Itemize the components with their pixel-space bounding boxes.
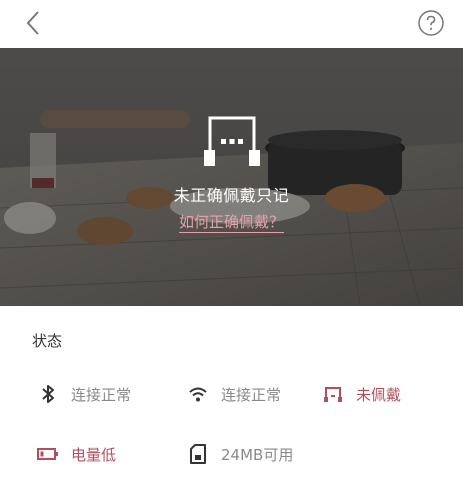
hero-banner: 未正确佩戴只记 如何正确佩戴？ xyxy=(0,48,463,306)
help-button[interactable] xyxy=(418,10,444,36)
wear-status-text: 未佩戴 xyxy=(356,385,402,404)
bluetooth-status-text: 连接正常 xyxy=(71,385,132,404)
battery-low-icon xyxy=(37,443,59,465)
wifi-status: 连接正常 xyxy=(187,382,281,406)
bluetooth-icon xyxy=(37,383,59,405)
storage-status-text: 24MB可用 xyxy=(221,445,294,464)
battery-status: 电量低 xyxy=(37,442,116,466)
status-heading: 状态 xyxy=(32,332,63,350)
back-button[interactable] xyxy=(18,8,50,40)
question-circle-icon xyxy=(418,10,444,36)
wear-status: 未佩戴 xyxy=(322,382,401,406)
chevron-left-icon xyxy=(26,11,39,35)
hero-title: 未正确佩戴只记 xyxy=(173,186,290,205)
how-to-wear-link-row: 如何正确佩戴？ xyxy=(0,211,463,233)
hero-overlay xyxy=(0,48,463,306)
wifi-icon xyxy=(187,383,209,405)
sd-card-icon xyxy=(187,443,209,465)
storage-status: 24MB可用 xyxy=(187,442,293,466)
how-to-wear-link[interactable]: 如何正确佩戴？ xyxy=(178,213,284,233)
headband-icon xyxy=(322,383,344,405)
battery-status-text: 电量低 xyxy=(71,445,117,464)
wifi-status-text: 连接正常 xyxy=(221,385,282,404)
top-bar xyxy=(0,0,463,48)
bluetooth-status: 连接正常 xyxy=(37,382,131,406)
status-section: 状态 连接正常 连接正常 未佩戴 电量低 24MB可用 xyxy=(0,306,463,484)
headband-icon xyxy=(204,116,260,166)
